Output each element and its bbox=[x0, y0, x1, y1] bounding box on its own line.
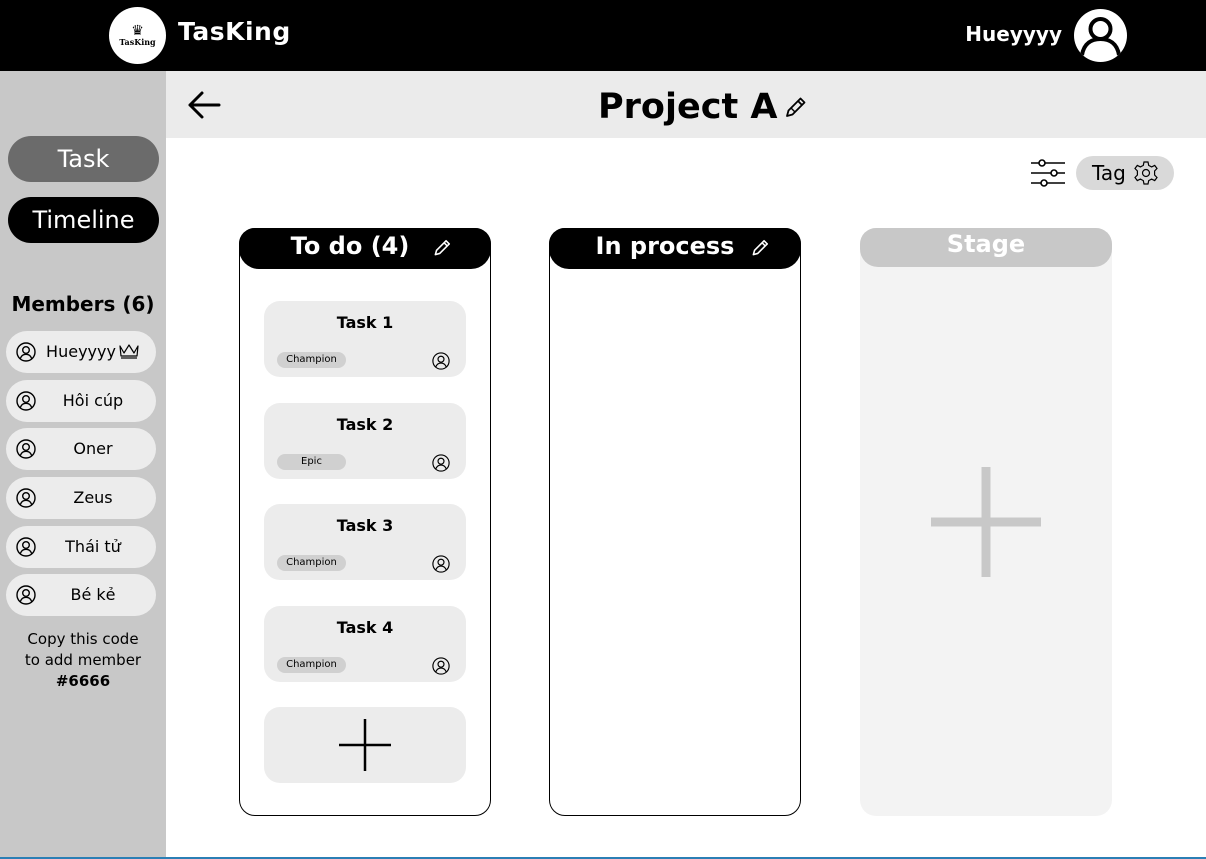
task-title: Task 2 bbox=[336, 415, 394, 434]
member-item[interactable]: Oner bbox=[6, 428, 156, 470]
app-logo[interactable]: ♛ TasKing bbox=[109, 7, 166, 64]
member-item[interactable]: Thái tử bbox=[6, 526, 156, 568]
member-name: Zeus bbox=[73, 488, 113, 507]
plus-icon bbox=[339, 719, 391, 771]
user-circle-icon[interactable] bbox=[432, 352, 450, 370]
members-title: Members (6) bbox=[11, 292, 155, 316]
invite-code[interactable]: #6666 bbox=[0, 671, 166, 692]
column-title: In process bbox=[595, 232, 735, 260]
user-name[interactable]: Hueyyyy bbox=[965, 22, 1062, 46]
member-name: Oner bbox=[73, 439, 113, 458]
user-circle-icon bbox=[16, 488, 36, 508]
column-title: To do (4) bbox=[290, 232, 410, 260]
user-circle-icon bbox=[16, 439, 36, 459]
crown-icon bbox=[118, 343, 140, 363]
user-circle-icon[interactable] bbox=[432, 555, 450, 573]
invite-note: Copy this code to add member #6666 bbox=[0, 629, 166, 692]
user-circle-icon bbox=[16, 585, 36, 605]
nav-timeline-button[interactable]: Timeline bbox=[8, 197, 159, 243]
column-in-process: In process bbox=[549, 228, 801, 816]
column-header: In process bbox=[549, 228, 801, 269]
sliders-icon[interactable] bbox=[1030, 158, 1066, 188]
member-item[interactable]: Zeus bbox=[6, 477, 156, 519]
add-stage-button[interactable] bbox=[930, 466, 1042, 578]
member-name: Bé kẻ bbox=[70, 585, 116, 604]
page-title: Project A bbox=[598, 87, 778, 127]
task-tag[interactable]: Champion bbox=[277, 352, 346, 368]
column-header: To do (4) bbox=[239, 228, 491, 269]
sidebar: Task Timeline Members (6) Hueyyyy Hôi cú… bbox=[0, 71, 166, 859]
add-task-button[interactable] bbox=[264, 707, 466, 783]
task-card[interactable]: Task 4 Champion bbox=[264, 606, 466, 682]
plus-icon bbox=[931, 467, 1041, 577]
member-item[interactable]: Bé kẻ bbox=[6, 574, 156, 616]
pencil-icon[interactable] bbox=[784, 95, 808, 119]
task-tag[interactable]: Champion bbox=[277, 555, 346, 571]
user-avatar-icon[interactable] bbox=[1074, 9, 1127, 62]
member-item[interactable]: Hôi cúp bbox=[6, 380, 156, 422]
task-tag[interactable]: Epic bbox=[277, 454, 346, 470]
gear-icon bbox=[1133, 160, 1159, 186]
pencil-icon[interactable] bbox=[433, 238, 452, 257]
top-bar: ♛ TasKing TasKing Hueyyyy bbox=[0, 0, 1206, 71]
user-circle-icon bbox=[16, 537, 36, 557]
task-title: Task 1 bbox=[336, 313, 394, 332]
task-card[interactable]: Task 2 Epic bbox=[264, 403, 466, 479]
user-circle-icon[interactable] bbox=[432, 454, 450, 472]
crown-emblem-icon: ♛ bbox=[131, 22, 144, 39]
task-title: Task 3 bbox=[336, 516, 394, 535]
arrow-left-icon[interactable] bbox=[186, 89, 222, 121]
task-tag[interactable]: Champion bbox=[277, 657, 346, 673]
pencil-icon[interactable] bbox=[751, 238, 770, 257]
column-header: Stage bbox=[860, 228, 1112, 267]
user-circle-icon bbox=[16, 342, 36, 362]
tag-label: Tag bbox=[1092, 161, 1126, 185]
user-circle-icon bbox=[16, 391, 36, 411]
column-title: Stage bbox=[946, 230, 1026, 258]
member-name: Thái tử bbox=[65, 537, 121, 556]
member-name: Hôi cúp bbox=[62, 391, 124, 410]
member-item[interactable]: Hueyyyy bbox=[6, 331, 156, 373]
logo-text: TasKing bbox=[119, 36, 156, 47]
nav-task-button[interactable]: Task bbox=[8, 136, 159, 182]
tag-settings-button[interactable]: Tag bbox=[1076, 156, 1174, 190]
user-circle-icon[interactable] bbox=[432, 657, 450, 675]
column-todo: To do (4) Task 1 Champion Task 2 Epic Ta… bbox=[239, 228, 491, 816]
project-header: Project A bbox=[166, 71, 1206, 138]
member-name: Hueyyyy bbox=[38, 342, 148, 363]
column-stage: Stage bbox=[860, 228, 1112, 816]
task-title: Task 4 bbox=[336, 618, 394, 637]
task-card[interactable]: Task 1 Champion bbox=[264, 301, 466, 377]
invite-note-line: to add member bbox=[24, 651, 142, 669]
app-name: TasKing bbox=[178, 17, 291, 46]
invite-note-line: Copy this code bbox=[27, 630, 139, 648]
task-card[interactable]: Task 3 Champion bbox=[264, 504, 466, 580]
